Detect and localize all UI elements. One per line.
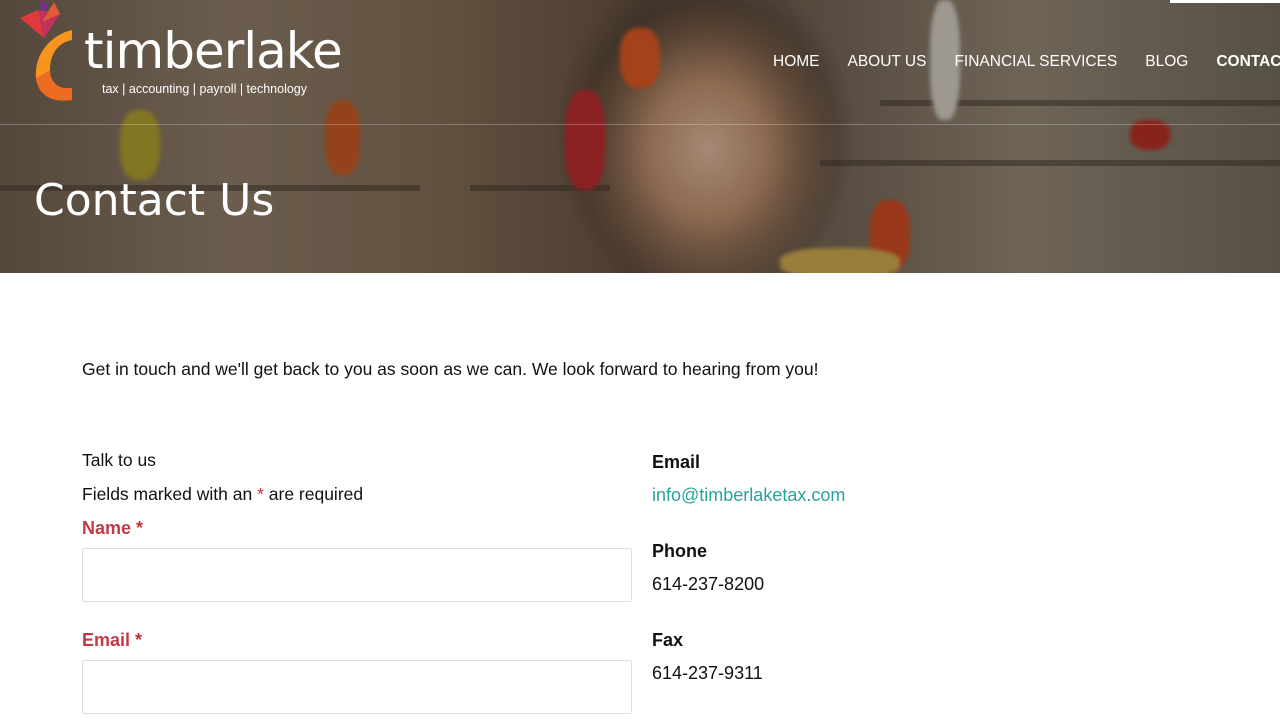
name-field[interactable]	[82, 548, 632, 602]
email-label-text: Email	[82, 630, 131, 650]
nav-contact-us[interactable]: CONTACT US	[1216, 53, 1280, 71]
contact-info: Email info@timberlaketax.com Phone 614-2…	[652, 452, 1052, 719]
nav-blog[interactable]: BLOG	[1145, 53, 1188, 71]
site-logo[interactable]: timberlake tax | accounting | payroll | …	[20, 0, 360, 110]
email-link[interactable]: info@timberlaketax.com	[652, 485, 1052, 506]
logo-wordmark: timberlake	[84, 22, 343, 80]
name-label-text: Name	[82, 518, 132, 538]
form-heading: Talk to us	[82, 450, 156, 470]
email-info: Email info@timberlaketax.com	[652, 452, 1052, 541]
fax-info-label: Fax	[652, 630, 684, 650]
fax-info: Fax 614-237-9311	[652, 630, 1052, 719]
email-info-label: Email	[652, 452, 701, 472]
name-label: Name *	[82, 518, 632, 546]
required-note-suffix: are required	[263, 484, 364, 504]
logo-tagline: tax | accounting | payroll | technology	[102, 82, 307, 96]
required-note: Fields marked with an * are required	[82, 484, 632, 518]
page-title: Contact Us	[34, 175, 275, 226]
intro-text: Get in touch and we'll get back to you a…	[82, 359, 819, 379]
main-nav: HOME ABOUT US FINANCIAL SERVICES BLOG CO…	[773, 53, 1280, 71]
nav-about-us[interactable]: ABOUT US	[848, 53, 927, 71]
email-label: Email *	[82, 630, 632, 658]
nav-financial-services[interactable]: FINANCIAL SERVICES	[954, 53, 1117, 71]
fax-value: 614-237-9311	[652, 663, 763, 683]
required-note-prefix: Fields marked with an	[82, 484, 258, 504]
logo-mark-icon	[20, 0, 72, 101]
email-required-marker: *	[135, 630, 143, 650]
hero-banner: timberlake tax | accounting | payroll | …	[0, 0, 1280, 273]
phone-value: 614-237-8200	[652, 574, 765, 594]
name-required-marker: *	[136, 518, 144, 538]
phone-info-label: Phone	[652, 541, 708, 561]
phone-info: Phone 614-237-8200	[652, 541, 1052, 630]
hero-divider	[0, 124, 1280, 125]
required-marker: *	[257, 484, 264, 504]
email-field[interactable]	[82, 660, 632, 714]
contact-form: Talk to us Fields marked with an * are r…	[82, 450, 632, 714]
nav-home[interactable]: HOME	[773, 53, 820, 71]
